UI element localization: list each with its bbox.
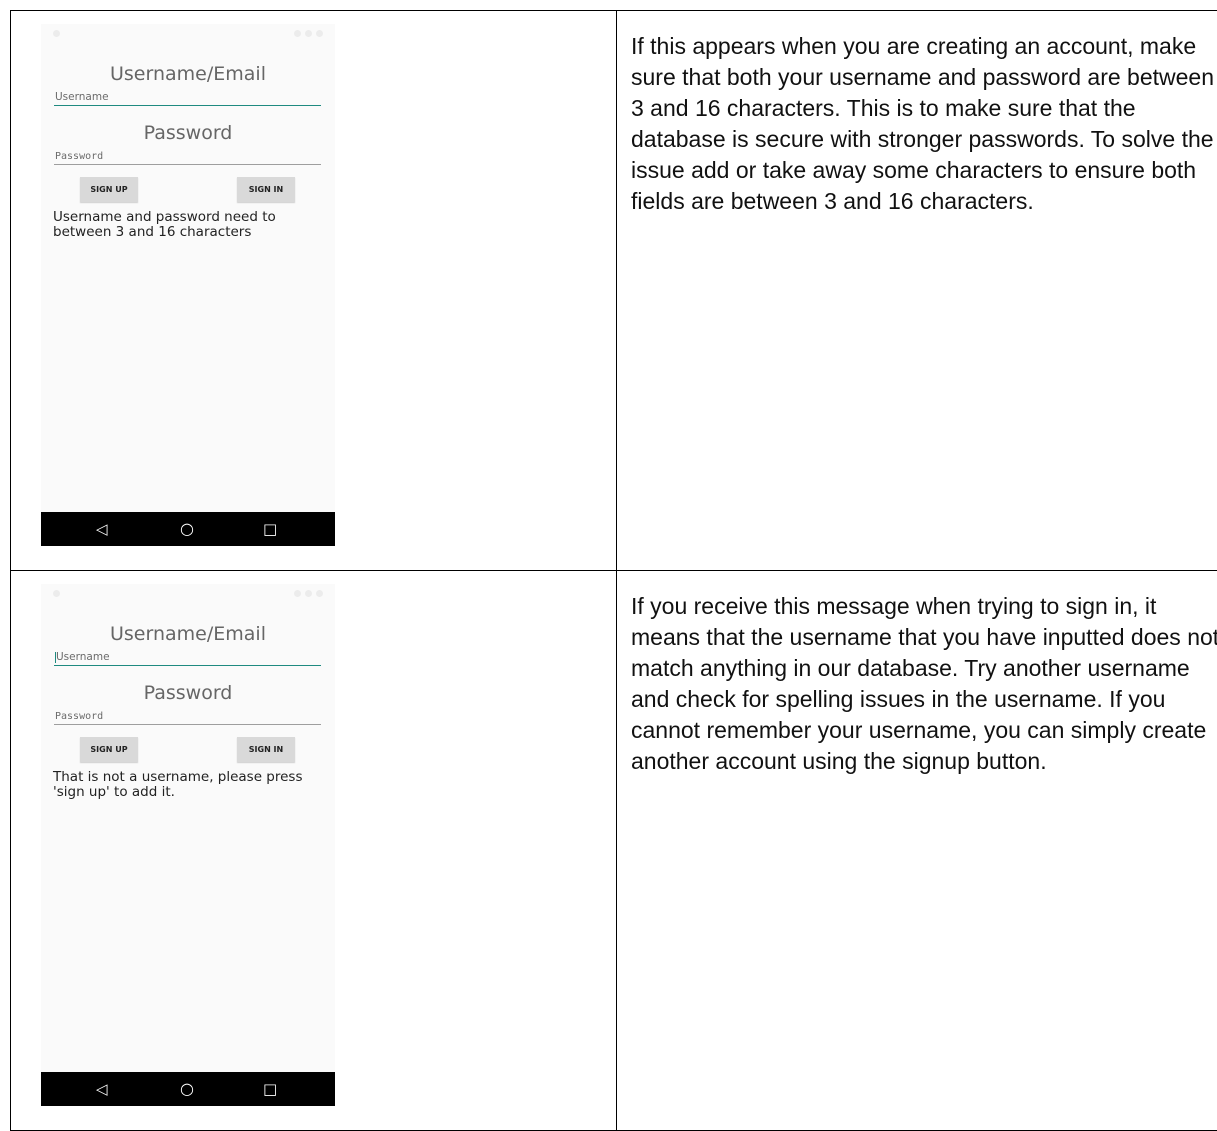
navigation-bar: ◁ ○ □ bbox=[41, 512, 335, 546]
home-icon[interactable]: ○ bbox=[180, 1072, 194, 1106]
phone-screenshot: Username/Email Username Password Passwor… bbox=[41, 584, 335, 1106]
password-input[interactable]: Password bbox=[54, 708, 321, 725]
sign-in-button[interactable]: SIGN IN bbox=[237, 177, 295, 202]
sign-up-button[interactable]: SIGN UP bbox=[80, 737, 138, 762]
button-row: SIGN UP SIGN IN bbox=[41, 177, 335, 203]
screenshot-cell: Username/Email Username Password Passwor… bbox=[11, 571, 617, 1131]
explanation-cell: If this appears when you are creating an… bbox=[617, 11, 1217, 571]
notification-icon bbox=[53, 590, 60, 597]
password-placeholder: Password bbox=[55, 711, 103, 722]
phone-screenshot: Username/Email Username Password Passwor… bbox=[41, 24, 335, 546]
table-row: Username/Email Username Password Passwor… bbox=[11, 571, 1217, 1131]
home-icon[interactable]: ○ bbox=[180, 512, 194, 546]
explanation-text: If you receive this message when trying … bbox=[631, 591, 1217, 777]
recent-apps-icon[interactable]: □ bbox=[263, 512, 277, 546]
explanation-text: If this appears when you are creating an… bbox=[631, 31, 1217, 217]
status-icons bbox=[294, 30, 323, 37]
notification-icon bbox=[53, 30, 60, 37]
back-icon[interactable]: ◁ bbox=[96, 1072, 108, 1106]
screenshot-cell: Username/Email Username Password Passwor… bbox=[11, 11, 617, 571]
navigation-bar: ◁ ○ □ bbox=[41, 1072, 335, 1106]
username-placeholder: Username bbox=[55, 91, 109, 103]
error-message: That is not a username, please press 'si… bbox=[53, 770, 323, 800]
table-row: Username/Email Username Password Passwor… bbox=[11, 11, 1217, 571]
status-bar bbox=[41, 24, 335, 42]
error-message: Username and password need to between 3 … bbox=[53, 210, 323, 240]
signal-icon bbox=[305, 590, 312, 597]
password-heading: Password bbox=[41, 122, 335, 144]
username-input[interactable]: Username bbox=[54, 89, 321, 106]
help-table: Username/Email Username Password Passwor… bbox=[10, 10, 1217, 1131]
sign-up-button[interactable]: SIGN UP bbox=[80, 177, 138, 202]
password-input[interactable]: Password bbox=[54, 148, 321, 165]
password-heading: Password bbox=[41, 682, 335, 704]
wifi-icon bbox=[294, 30, 301, 37]
back-icon[interactable]: ◁ bbox=[96, 512, 108, 546]
signal-icon bbox=[305, 30, 312, 37]
sign-in-button[interactable]: SIGN IN bbox=[237, 737, 295, 762]
password-placeholder: Password bbox=[55, 151, 103, 162]
battery-icon bbox=[316, 30, 323, 37]
status-bar bbox=[41, 584, 335, 602]
status-icons bbox=[294, 590, 323, 597]
username-input[interactable]: Username bbox=[54, 649, 321, 666]
battery-icon bbox=[316, 590, 323, 597]
button-row: SIGN UP SIGN IN bbox=[41, 737, 335, 763]
wifi-icon bbox=[294, 590, 301, 597]
username-placeholder: Username bbox=[56, 651, 110, 663]
recent-apps-icon[interactable]: □ bbox=[263, 1072, 277, 1106]
username-heading: Username/Email bbox=[41, 623, 335, 645]
explanation-cell: If you receive this message when trying … bbox=[617, 571, 1217, 1131]
username-heading: Username/Email bbox=[41, 63, 335, 85]
